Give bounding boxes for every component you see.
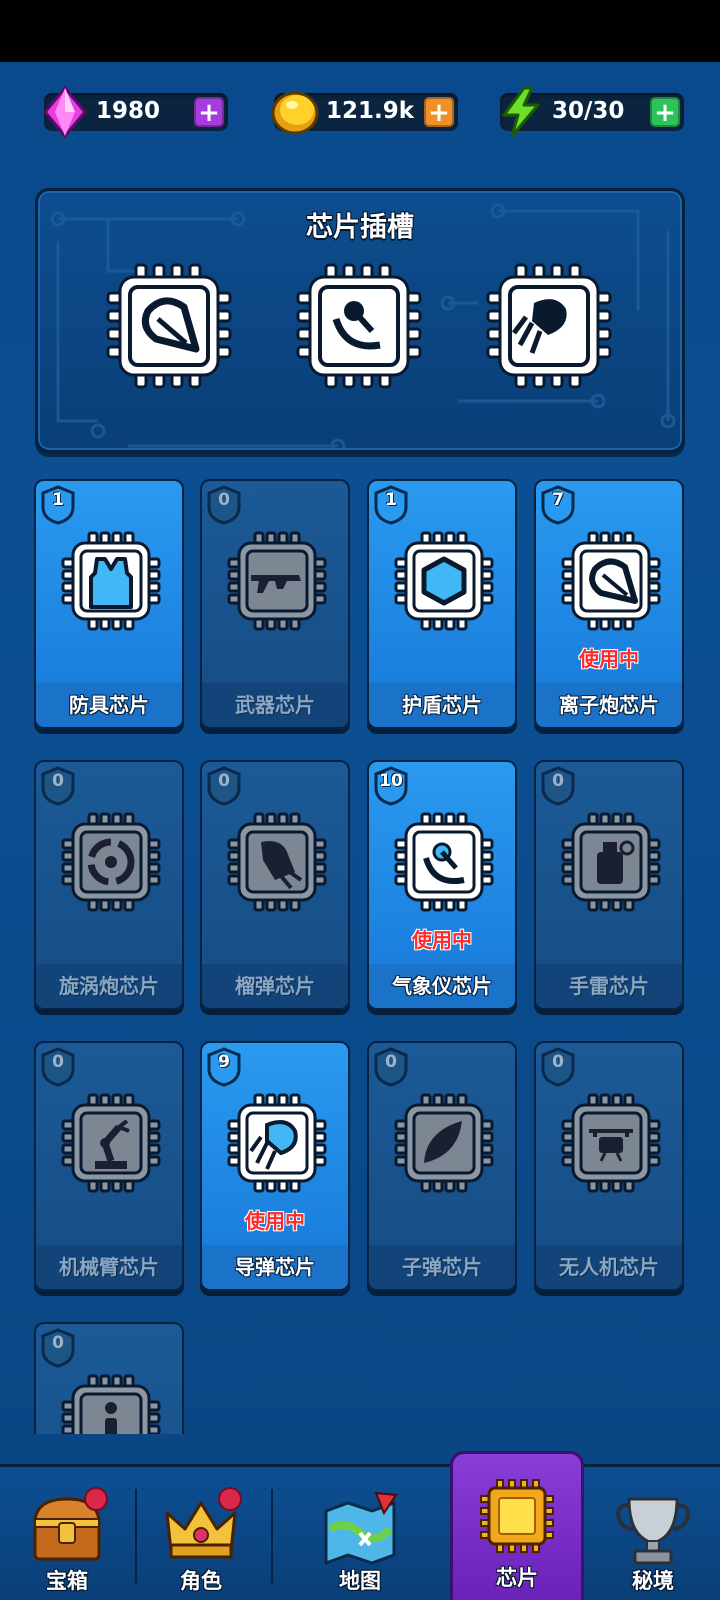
chip-card[interactable]: 0 手雷芯片	[534, 760, 684, 1010]
chip-level: 7	[552, 490, 564, 510]
notification-badge	[84, 1487, 108, 1511]
nav-item-treasure[interactable]: 宝箱	[0, 1467, 134, 1600]
nav-label: 芯片	[496, 1566, 538, 1590]
chip-card[interactable]: 10 使用中 气象仪芯片	[367, 760, 517, 1010]
nav-item-chip[interactable]: 芯片	[450, 1451, 584, 1600]
ion-cannon-icon	[561, 531, 661, 631]
hexagon-shield-icon	[394, 531, 494, 631]
chip-icon	[480, 1479, 554, 1553]
chip-card[interactable]: 0	[34, 1322, 184, 1434]
chip-level: 1	[52, 490, 64, 510]
notification-badge	[218, 1487, 242, 1511]
chip-card[interactable]: 0 榴弹芯片	[200, 760, 350, 1010]
chip-grid: 1 防具芯片 0 武器芯片 1 护盾芯片 7 使用中 离子炮芯片 0 旋涡炮芯片…	[0, 0, 720, 1434]
nav-separator	[271, 1489, 273, 1583]
chip-level: 0	[52, 1333, 64, 1353]
chip-card[interactable]: 1 防具芯片	[34, 479, 184, 729]
chip-level: 0	[52, 771, 64, 791]
chip-level: 10	[379, 771, 403, 791]
chip-card[interactable]: 9 使用中 导弹芯片	[200, 1041, 350, 1291]
chip-card[interactable]: 0 旋涡炮芯片	[34, 760, 184, 1010]
in-use-label: 使用中	[579, 647, 639, 671]
bullet-icon	[394, 1093, 494, 1193]
chip-level: 0	[552, 1052, 564, 1072]
chip-name: 护盾芯片	[369, 683, 515, 727]
chip-card[interactable]: 0 无人机芯片	[534, 1041, 684, 1291]
in-use-label: 使用中	[245, 1209, 305, 1233]
nav-item-secret-realm[interactable]: 秘境	[586, 1467, 720, 1600]
chip-card[interactable]: 1 护盾芯片	[367, 479, 517, 729]
chip-level: 0	[218, 490, 230, 510]
weather-probe-icon	[394, 812, 494, 912]
chip-name: 武器芯片	[202, 683, 348, 727]
chip-level: 0	[385, 1052, 397, 1072]
chip-name: 子弹芯片	[369, 1245, 515, 1289]
nav-label: 地图	[339, 1569, 381, 1593]
chip-level: 0	[52, 1052, 64, 1072]
nav-label: 角色	[180, 1569, 222, 1593]
vest-icon	[61, 531, 161, 631]
info-icon	[61, 1374, 161, 1434]
chip-card[interactable]: 0 武器芯片	[200, 479, 350, 729]
drone-icon	[561, 1093, 661, 1193]
vortex-icon	[61, 812, 161, 912]
map-icon	[324, 1491, 398, 1565]
chip-card[interactable]: 7 使用中 离子炮芯片	[534, 479, 684, 729]
rifle-icon	[227, 531, 327, 631]
in-use-label: 使用中	[412, 928, 472, 952]
bottom-nav: 宝箱 角色 地图 芯片 秘境	[0, 1451, 720, 1600]
chip-name: 机械臂芯片	[36, 1245, 182, 1289]
trophy-icon	[616, 1497, 690, 1565]
chip-name: 手雷芯片	[536, 964, 682, 1008]
chip-card[interactable]: 0 机械臂芯片	[34, 1041, 184, 1291]
chip-name: 旋涡炮芯片	[36, 964, 182, 1008]
nav-item-map[interactable]: 地图	[293, 1467, 427, 1600]
chip-name: 榴弹芯片	[202, 964, 348, 1008]
nav-label: 宝箱	[46, 1569, 88, 1593]
chip-name: 离子炮芯片	[536, 683, 682, 727]
chip-level: 1	[385, 490, 397, 510]
chip-name: 气象仪芯片	[369, 964, 515, 1008]
chip-name: 防具芯片	[36, 683, 182, 727]
chip-name: 导弹芯片	[202, 1245, 348, 1289]
chip-level: 0	[552, 771, 564, 791]
chip-level: 9	[218, 1052, 230, 1072]
grenade-launcher-icon	[227, 812, 327, 912]
hand-grenade-icon	[561, 812, 661, 912]
robot-arm-icon	[61, 1093, 161, 1193]
nav-item-character[interactable]: 角色	[134, 1467, 268, 1600]
nav-label: 秘境	[632, 1569, 674, 1593]
chip-level: 0	[218, 771, 230, 791]
chip-card[interactable]: 0 子弹芯片	[367, 1041, 517, 1291]
missile-icon	[227, 1093, 327, 1193]
chip-name: 无人机芯片	[536, 1245, 682, 1289]
